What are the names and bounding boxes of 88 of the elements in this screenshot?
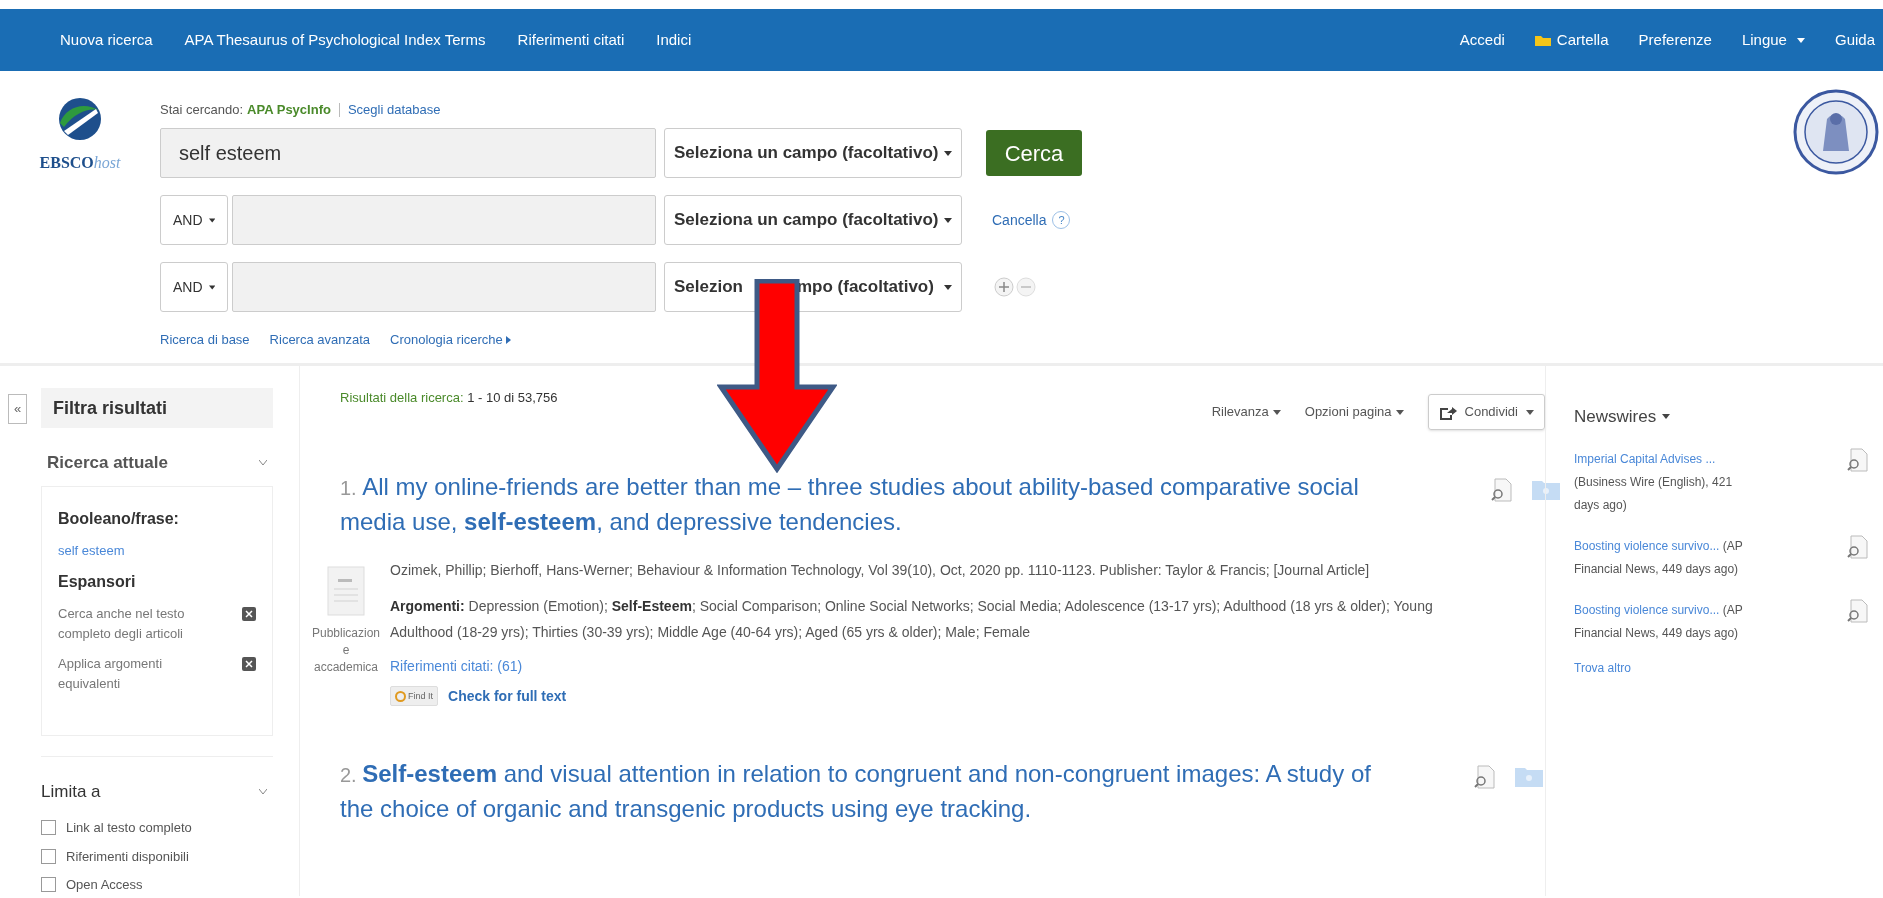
nav-link[interactable]: Riferimenti citati [517, 28, 625, 52]
folder-link[interactable]: Cartella [1534, 28, 1609, 52]
caret-icon [1272, 409, 1281, 415]
newswire-item: Imperial Capital Advises ... (Business Wire (English), 421 days ago) [1574, 450, 1734, 514]
limit-checkbox[interactable]: Link al testo completo [41, 818, 273, 838]
preview-icon [1846, 598, 1870, 623]
newswire-link[interactable]: Boosting violence survivo... [1574, 602, 1720, 617]
nav-link[interactable]: Preferenze [1638, 28, 1712, 52]
results-summary: Risultati della ricerca: 1 - 10 di 53,756 [340, 389, 558, 407]
search-history-link[interactable]: Cronologia ricerche [390, 330, 511, 350]
preview-icon [1490, 478, 1514, 502]
chevron-icon [259, 788, 267, 794]
document-icon [326, 565, 366, 617]
field-dropdown[interactable]: Seleziona un campo (facoltativo) [664, 195, 962, 245]
caret-icon [1395, 409, 1404, 415]
choose-database-link[interactable]: Scegli database [347, 100, 441, 120]
expander-label: Applica argomenti equivalenti [58, 655, 164, 693]
search-field[interactable] [232, 195, 656, 245]
operator-dropdown[interactable]: AND [160, 262, 228, 312]
boolean-value-link[interactable]: self esteem [58, 540, 256, 560]
nav-link[interactable]: APA Thesaurus of Psychological Index Terms [184, 28, 486, 52]
folder-icon [1515, 765, 1543, 787]
preview-icon [1846, 534, 1870, 559]
boolean-label: Booleano/frase: [58, 508, 180, 529]
add-row-icon [994, 277, 1014, 297]
preview-icon [1473, 765, 1497, 789]
database-label: Stai cercando: [160, 101, 244, 120]
expander-label: Cerca anche nel testo completo degli articoli [58, 605, 186, 643]
page-options-dropdown[interactable]: Opzioni pagina [1304, 402, 1404, 422]
logo-icon [58, 97, 102, 141]
newswires-dropdown[interactable]: Newswires [1574, 404, 1671, 430]
newswire-item: Boosting violence survivo... (AP Financial News, 449 days ago) [1574, 601, 1744, 642]
nav-dropdown[interactable]: Lingue [1741, 28, 1805, 52]
ring-icon [395, 690, 406, 702]
find-it-button[interactable]: Find It [390, 686, 438, 706]
nav-link[interactable]: Guida [1834, 28, 1875, 52]
caret-icon [208, 284, 215, 290]
nav-link[interactable]: Nuova ricerca [60, 28, 153, 52]
newswire-item: Boosting violence survivo... (AP Financial News, 449 days ago) [1574, 537, 1744, 578]
caret-icon [208, 217, 215, 223]
share-button[interactable]: Condividi [1427, 394, 1545, 430]
search-button[interactable]: Cerca [986, 130, 1082, 176]
nav-link[interactable]: Accedi [1459, 28, 1505, 52]
preview-icon [1846, 447, 1870, 472]
nav-link[interactable]: Indici [656, 28, 692, 52]
caret-icon [944, 150, 952, 156]
full-text-link[interactable]: Check for full text [448, 683, 567, 709]
cited-references-link[interactable]: Riferimenti citati: (61) [390, 653, 1490, 679]
caret-icon [944, 217, 952, 223]
logo-text: EBSCOhost [39, 153, 121, 173]
result-title[interactable]: 1. All my online-friends are better than me – three studies about ability-based comparative social media use, self-esteem, and depressive tendencies. [340, 470, 1410, 539]
search-link[interactable]: Ricerca di base [160, 330, 250, 350]
more-link[interactable]: Trova altro [1574, 658, 1870, 677]
expanders-label: Espansori [58, 572, 137, 592]
limit-checkbox[interactable]: Open Access [41, 875, 273, 895]
database-name: APA PsycInfo [247, 101, 331, 120]
section-heading: Ricerca attuale [47, 452, 168, 474]
caret-icon [1662, 414, 1671, 420]
caret-icon [1796, 37, 1805, 43]
remove-row-icon [1016, 277, 1036, 297]
result-title[interactable]: 2. Self-esteem and visual attention in relation to congruent and non-congruent images: A study of the choice of organic and transgenic products using eye tracking. [340, 757, 1410, 826]
share-icon [1438, 404, 1457, 420]
caret-icon [1526, 409, 1534, 415]
subjects-text: Argomenti: Depression (Emotion); Self-Esteem; Social Comparison; Online Social Networks; Social Media; Adolescence (13-17 yrs); Adulthood (18 yrs & older); Young Adulthood (18-29 yrs); Thirties (30-39 yrs); Middle Age (40-64 yrs); Aged (65 yrs & older); Male; Female [390, 597, 1434, 642]
folder-icon [1534, 34, 1551, 46]
caret-icon [505, 335, 511, 344]
field-dropdown[interactable]: Seleziona un campo (facoltativo) [664, 128, 962, 178]
limit-checkbox[interactable]: Riferimenti disponibili [41, 846, 273, 866]
newswire-link[interactable]: Boosting violence survivo... [1574, 538, 1720, 553]
search-field[interactable] [232, 262, 656, 312]
publication-type: Pubblicazione accademica [311, 625, 381, 676]
folder-icon [1532, 478, 1560, 500]
citation-text: Ozimek, Phillip; Bierhoff, Hans-Werner; Behaviour & Information Technology, Vol 39(10), Oct, 2020 pp. 1110-1123. Publisher: Taylor & Francis; [Journal Article] [390, 561, 1371, 580]
seal-icon [1793, 89, 1879, 175]
filter-header: Filtra risultati [41, 388, 273, 428]
remove-icon [242, 657, 256, 671]
operator-dropdown[interactable]: AND [160, 195, 228, 245]
remove-icon [242, 607, 256, 621]
caret-icon [944, 284, 952, 290]
newswire-link[interactable]: Imperial Capital Advises ... [1574, 451, 1716, 466]
sort-dropdown[interactable]: Rilevanza [1211, 402, 1281, 422]
chevron-icon [259, 460, 267, 466]
search-link[interactable]: Ricerca avanzata [269, 330, 371, 350]
field-dropdown[interactable]: Selezion mpo (facoltativo) [664, 262, 962, 312]
search-field[interactable]: self esteem [160, 128, 656, 178]
clear-link[interactable]: Cancella [992, 209, 1047, 231]
section-heading: Limita a [41, 780, 101, 803]
collapse-button[interactable]: « [8, 394, 27, 424]
